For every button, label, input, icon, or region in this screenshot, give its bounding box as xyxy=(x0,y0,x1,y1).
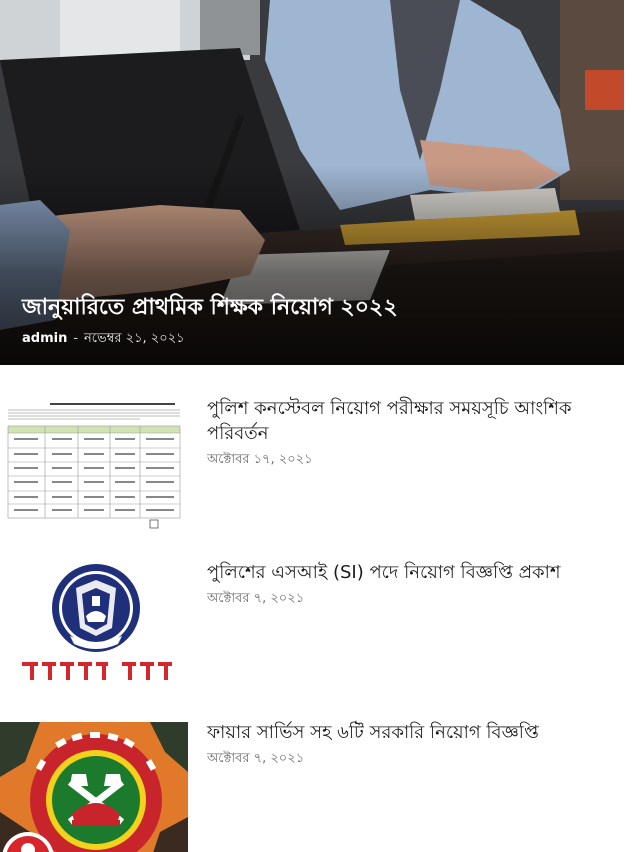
featured-date: নভেম্বর ২১, ২০২১ xyxy=(84,331,185,346)
table-document-thumbnail xyxy=(0,396,188,536)
post-title[interactable]: পুলিশ কনস্টেবল নিয়োগ পরীক্ষার সময়সূচি … xyxy=(207,396,607,446)
post-thumbnail[interactable] xyxy=(0,722,188,852)
post-title[interactable]: ফায়ার সার্ভিস সহ ৬টি সরকারি নিয়োগ বিজ্… xyxy=(207,720,607,745)
post-thumbnail[interactable] xyxy=(0,558,188,698)
featured-meta: admin - নভেম্বর ২১, ২০২১ xyxy=(22,330,185,348)
post-info: পুলিশ কনস্টেবল নিয়োগ পরীক্ষার সময়সূচি … xyxy=(207,396,607,470)
post-date: অক্টোবর ৭, ২০২১ xyxy=(207,751,305,766)
post-date: অক্টোবর ১৭, ২০২১ xyxy=(207,452,313,467)
post-date: অক্টোবর ৭, ২০২১ xyxy=(207,591,305,606)
featured-author[interactable]: admin xyxy=(22,331,67,346)
post-thumbnail[interactable] xyxy=(0,396,188,536)
fire-service-emblem-icon xyxy=(0,722,188,852)
post-title[interactable]: পুলিশের এসআই (SI) পদে নিয়োগ বিজ্ঞপ্তি প… xyxy=(207,560,607,585)
meta-separator: - xyxy=(73,331,79,346)
police-emblem-icon xyxy=(0,558,188,698)
post-info: পুলিশের এসআই (SI) পদে নিয়োগ বিজ্ঞপ্তি প… xyxy=(207,560,607,609)
featured-post[interactable]: জানুয়ারিতে প্রাথমিক শিক্ষক নিয়োগ ২০২২ … xyxy=(0,0,624,365)
featured-title[interactable]: জানুয়ারিতে প্রাথমিক শিক্ষক নিয়োগ ২০২২ xyxy=(22,292,612,324)
post-info: ফায়ার সার্ভিস সহ ৬টি সরকারি নিয়োগ বিজ্… xyxy=(207,720,607,769)
